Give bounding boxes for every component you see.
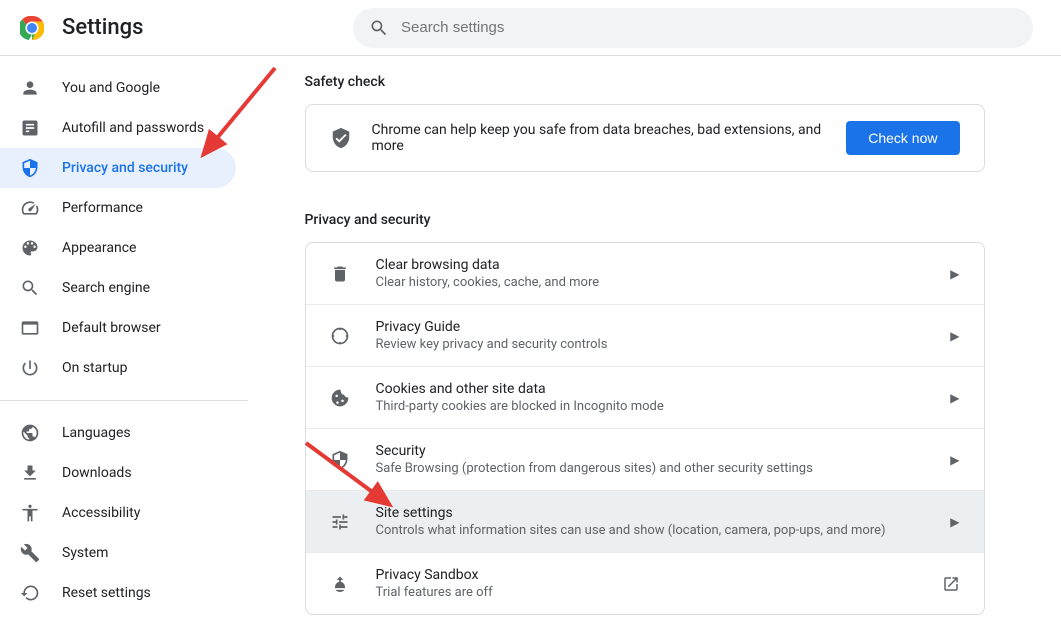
chrome-logo-icon	[20, 16, 44, 40]
accessibility-icon	[20, 503, 40, 523]
sidebar-item-label: Search engine	[62, 280, 150, 296]
sidebar-item-system[interactable]: System	[0, 533, 236, 573]
privacy-section-header: Privacy and security	[305, 212, 985, 228]
shield-check-icon	[330, 127, 352, 149]
safety-text: Chrome can help keep you safe from data …	[372, 122, 847, 154]
sidebar-item-label: Downloads	[62, 465, 132, 481]
sidebar-item-label: Languages	[62, 425, 131, 441]
cookie-icon	[330, 388, 350, 408]
page-title: Settings	[62, 15, 143, 40]
row-title: Security	[376, 443, 951, 459]
sidebar-item-label: Accessibility	[62, 505, 140, 521]
search-icon	[369, 18, 389, 38]
sidebar-item-search-engine[interactable]: Search engine	[0, 268, 236, 308]
shield-icon	[330, 450, 350, 470]
search-input[interactable]	[401, 19, 1017, 36]
sidebar-item-reset[interactable]: Reset settings	[0, 573, 236, 613]
trash-icon	[330, 264, 350, 284]
row-clear-browsing-data[interactable]: Clear browsing data Clear history, cooki…	[306, 243, 984, 305]
row-sub: Trial features are off	[376, 585, 942, 600]
row-title: Cookies and other site data	[376, 381, 951, 397]
row-security[interactable]: Security Safe Browsing (protection from …	[306, 429, 984, 491]
sidebar-item-label: Autofill and passwords	[62, 120, 204, 136]
sidebar-item-label: Appearance	[62, 240, 136, 256]
sidebar-item-label: On startup	[62, 360, 128, 376]
search-icon	[20, 278, 40, 298]
sidebar: You and Google Autofill and passwords Pr…	[0, 56, 248, 625]
row-site-settings[interactable]: Site settings Controls what information …	[306, 491, 984, 553]
sidebar-item-accessibility[interactable]: Accessibility	[0, 493, 236, 533]
row-sub: Third-party cookies are blocked in Incog…	[376, 399, 951, 414]
external-link-icon	[942, 575, 960, 593]
chevron-right-icon: ▶	[950, 391, 959, 405]
speed-icon	[20, 198, 40, 218]
safety-check-card: Chrome can help keep you safe from data …	[305, 104, 985, 172]
sidebar-item-you-and-google[interactable]: You and Google	[0, 68, 236, 108]
content-inner: Safety check Chrome can help keep you sa…	[305, 74, 985, 615]
sidebar-item-label: Default browser	[62, 320, 161, 336]
person-icon	[20, 78, 40, 98]
sidebar-item-performance[interactable]: Performance	[0, 188, 236, 228]
row-sub: Controls what information sites can use …	[376, 523, 951, 538]
safety-check-header: Safety check	[305, 74, 985, 90]
search-container	[353, 8, 1033, 48]
sidebar-item-default-browser[interactable]: Default browser	[0, 308, 236, 348]
row-privacy-sandbox[interactable]: Privacy Sandbox Trial features are off	[306, 553, 984, 614]
shield-icon	[20, 158, 40, 178]
row-sub: Clear history, cookies, cache, and more	[376, 275, 951, 290]
download-icon	[20, 463, 40, 483]
safety-check-row: Chrome can help keep you safe from data …	[306, 105, 984, 171]
sidebar-item-autofill[interactable]: Autofill and passwords	[0, 108, 236, 148]
chevron-right-icon: ▶	[950, 515, 959, 529]
row-title: Privacy Sandbox	[376, 567, 942, 583]
tune-icon	[330, 512, 350, 532]
row-sub: Review key privacy and security controls	[376, 337, 951, 352]
sidebar-item-languages[interactable]: Languages	[0, 413, 236, 453]
globe-icon	[20, 423, 40, 443]
compass-icon	[330, 326, 350, 346]
sidebar-item-on-startup[interactable]: On startup	[0, 348, 236, 388]
search-box[interactable]	[353, 8, 1033, 48]
layout: You and Google Autofill and passwords Pr…	[0, 56, 1061, 625]
sidebar-item-appearance[interactable]: Appearance	[0, 228, 236, 268]
privacy-card: Clear browsing data Clear history, cooki…	[305, 242, 985, 615]
row-title: Privacy Guide	[376, 319, 951, 335]
sidebar-item-privacy[interactable]: Privacy and security	[0, 148, 236, 188]
sidebar-divider	[0, 400, 248, 401]
wrench-icon	[20, 543, 40, 563]
check-now-button[interactable]: Check now	[846, 121, 959, 155]
row-title: Clear browsing data	[376, 257, 951, 273]
sidebar-item-downloads[interactable]: Downloads	[0, 453, 236, 493]
content: Safety check Chrome can help keep you sa…	[248, 56, 1061, 625]
row-sub: Safe Browsing (protection from dangerous…	[376, 461, 951, 476]
reset-icon	[20, 583, 40, 603]
row-privacy-guide[interactable]: Privacy Guide Review key privacy and sec…	[306, 305, 984, 367]
browser-icon	[20, 318, 40, 338]
sidebar-item-label: System	[62, 545, 108, 561]
header: Settings	[0, 0, 1061, 56]
chevron-right-icon: ▶	[950, 267, 959, 281]
chevron-right-icon: ▶	[950, 329, 959, 343]
sidebar-item-label: You and Google	[62, 80, 160, 96]
sidebar-item-label: Privacy and security	[62, 160, 188, 176]
chevron-right-icon: ▶	[950, 453, 959, 467]
row-cookies[interactable]: Cookies and other site data Third-party …	[306, 367, 984, 429]
power-icon	[20, 358, 40, 378]
row-title: Site settings	[376, 505, 951, 521]
autofill-icon	[20, 118, 40, 138]
sidebar-item-label: Reset settings	[62, 585, 151, 601]
flask-icon	[330, 574, 350, 594]
sidebar-item-label: Performance	[62, 200, 143, 216]
palette-icon	[20, 238, 40, 258]
